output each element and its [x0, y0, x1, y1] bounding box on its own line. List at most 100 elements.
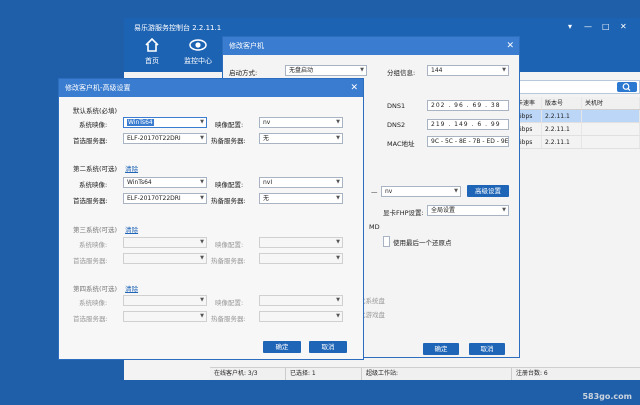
search-icon — [622, 83, 631, 92]
preferred-server-select[interactable]: ▼ — [123, 311, 207, 322]
search-button[interactable] — [617, 82, 637, 92]
menu-icon[interactable]: ▾ — [568, 22, 572, 31]
client-grid: 卡速率 版本号 关机时 Gbps 2.2.11.1 Gbps 2.2.11.1 … — [514, 97, 640, 149]
cancel-button[interactable]: 取消 — [469, 343, 505, 355]
status-selected: 已选择: 1 — [286, 368, 362, 380]
mac-label: MAC地址 — [387, 140, 415, 148]
dns1-field[interactable]: 202 . 96 . 69 . 38 — [427, 100, 509, 111]
table-cell: 2.2.11.1 — [542, 136, 582, 148]
md-label: MD — [369, 223, 380, 231]
table-cell: 2.2.11.1 — [542, 110, 582, 122]
chevron-down-icon: ▼ — [200, 239, 204, 245]
table-row[interactable]: Gbps 2.2.11.1 — [514, 110, 640, 123]
boot-mode-select[interactable]: 无盘启动 ▼ — [285, 65, 367, 76]
system-image-select[interactable]: ▼ — [123, 295, 207, 306]
table-cell — [582, 136, 640, 148]
close-icon[interactable]: ✕ — [350, 79, 358, 97]
image-config-select[interactable]: nvI ▼ — [259, 177, 343, 188]
hot-standby-label: 热备服务器: — [211, 315, 246, 323]
system-image-value: WinTs64 — [127, 179, 152, 186]
dialog-title-text: 修改客户机-高级设置 — [65, 84, 131, 92]
image-config-select[interactable]: ▼ — [259, 295, 343, 306]
minimize-icon[interactable]: — — [584, 22, 592, 31]
nic-fhp-label: 显卡FHP设置: — [383, 209, 424, 217]
cancel-button[interactable]: 取消 — [309, 341, 347, 353]
image-config-value: nvI — [263, 179, 273, 186]
preferred-server-label: 首选服务器: — [73, 197, 108, 205]
chevron-down-icon: ▼ — [336, 195, 340, 201]
nav-monitor-label: 监控中心 — [184, 57, 212, 65]
grid-header: 卡速率 版本号 关机时 — [514, 97, 640, 110]
chevron-down-icon: ▼ — [200, 179, 204, 185]
boot-mode-label: 启动方式: — [229, 69, 258, 77]
dns2-field[interactable]: 219 . 149 . 6 . 99 — [427, 119, 509, 130]
clear-link[interactable]: 清除 — [125, 285, 138, 293]
chevron-down-icon: ▼ — [336, 239, 340, 245]
image-config-select[interactable]: nv ▼ — [381, 186, 461, 197]
chevron-down-icon: ▼ — [336, 255, 340, 261]
nav-monitor-button[interactable]: 监控中心 — [180, 37, 216, 66]
system-image-label: 系统映像: — [79, 181, 108, 189]
grid-search-bar[interactable] — [504, 80, 640, 94]
nav-home-button[interactable]: 首页 — [134, 37, 170, 66]
chevron-down-icon: ▼ — [360, 67, 364, 73]
maximize-icon[interactable]: □ — [602, 22, 610, 31]
preferred-server-select[interactable]: ▼ — [123, 253, 207, 264]
col-header[interactable]: 关机时 — [582, 97, 640, 109]
image-config-label: 映像配置: — [215, 181, 244, 189]
chevron-down-icon: ▼ — [200, 297, 204, 303]
section-title-text: 默认系统(必填) — [73, 107, 118, 115]
system-section-title: 第二系统(可选) 清除 — [73, 163, 138, 173]
clear-link[interactable]: 清除 — [125, 226, 138, 234]
chevron-down-icon: ▼ — [200, 313, 204, 319]
dns2-label: DNS2 — [387, 121, 406, 129]
dialog-title: 修改客户机 ✕ — [223, 37, 519, 55]
section-title-text: 第二系统(可选) — [73, 165, 118, 173]
close-icon[interactable]: ✕ — [620, 22, 627, 31]
chevron-down-icon: ▼ — [200, 119, 204, 125]
preferred-server-select[interactable]: ELF-20170T22DRI ▼ — [123, 133, 207, 144]
hot-standby-select[interactable]: 无 ▼ — [259, 193, 343, 204]
section-title-text: 第三系统(可选) — [73, 226, 118, 234]
close-icon[interactable]: ✕ — [506, 37, 514, 55]
advanced-settings-button[interactable]: 高级设置 — [467, 185, 509, 197]
restore-point-checkbox[interactable] — [383, 236, 390, 247]
preferred-server-label: 首选服务器: — [73, 257, 108, 265]
eye-icon — [189, 39, 207, 51]
system-image-select[interactable]: ▼ — [123, 237, 207, 248]
image-config-value: nv — [263, 119, 271, 126]
image-config-select[interactable]: nv ▼ — [259, 117, 343, 128]
dash-separator: — — [371, 188, 378, 196]
chevron-down-icon: ▼ — [200, 135, 204, 141]
table-row[interactable]: Gbps 2.2.11.1 — [514, 123, 640, 136]
ok-button[interactable]: 确定 — [423, 343, 459, 355]
chevron-down-icon: ▼ — [502, 207, 506, 213]
chevron-down-icon: ▼ — [200, 255, 204, 261]
hot-standby-select[interactable]: 无 ▼ — [259, 133, 343, 144]
table-cell — [582, 123, 640, 135]
system-image-label: 系统映像: — [79, 299, 108, 307]
chevron-down-icon: ▼ — [336, 119, 340, 125]
hot-standby-value: 无 — [263, 135, 270, 142]
hot-standby-select[interactable]: ▼ — [259, 253, 343, 264]
image-config-select[interactable]: ▼ — [259, 237, 343, 248]
advanced-settings-dialog: 修改客户机-高级设置 ✕ 默认系统(必填) 系统映像: WinTs64 ▼ 映像… — [58, 78, 364, 360]
col-header[interactable]: 版本号 — [542, 97, 582, 109]
hot-standby-select[interactable]: ▼ — [259, 311, 343, 322]
table-row[interactable]: Gbps 2.2.11.1 — [514, 136, 640, 149]
mac-field[interactable]: 9C - 5C - 8E - 7B - ED - 9E — [427, 136, 509, 147]
system-image-select[interactable]: WinTs64 ▼ — [123, 117, 207, 128]
system-image-select[interactable]: WinTs64 ▼ — [123, 177, 207, 188]
chevron-down-icon: ▼ — [336, 135, 340, 141]
ok-button[interactable]: 确定 — [263, 341, 301, 353]
restore-point-label: 使用最后一个还原点 — [393, 239, 452, 247]
clear-link[interactable]: 清除 — [125, 165, 138, 173]
group-select[interactable]: 144 ▼ — [427, 65, 509, 76]
app-title: 易乐游服务控制台 2.2.11.1 — [134, 24, 222, 32]
dialog-title-text: 修改客户机 — [229, 42, 264, 50]
chevron-down-icon: ▼ — [502, 67, 506, 73]
nic-fhp-select[interactable]: 全局设置 ▼ — [427, 205, 509, 216]
system-image-label: 系统映像: — [79, 121, 108, 129]
preferred-server-select[interactable]: ELF-20170T22DRI ▼ — [123, 193, 207, 204]
nav-home-label: 首页 — [145, 57, 159, 65]
